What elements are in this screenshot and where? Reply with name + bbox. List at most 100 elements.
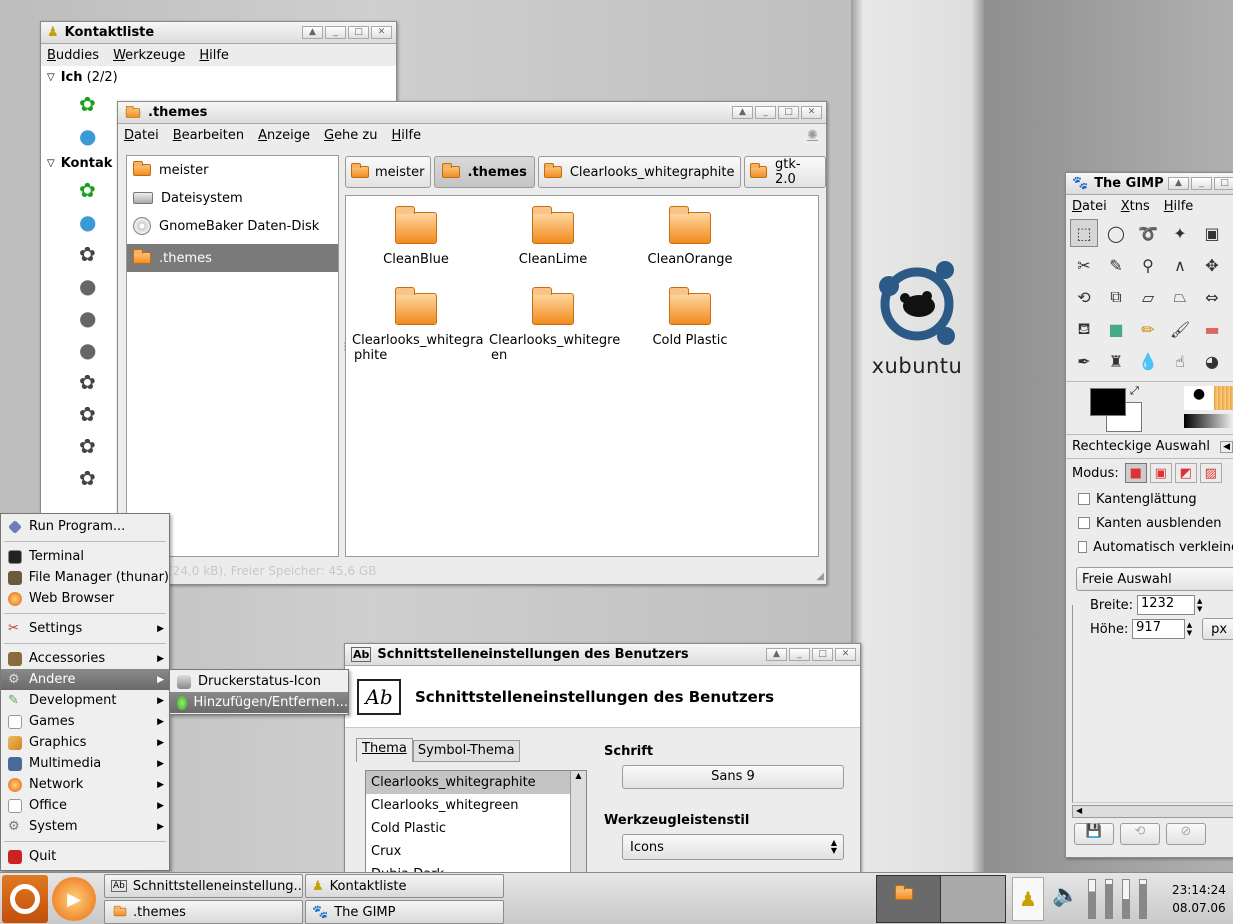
file-item[interactable]: CleanOrange xyxy=(626,206,754,267)
menu-accessories[interactable]: Accessories ▶ xyxy=(1,648,169,669)
workspace-1[interactable] xyxy=(877,876,941,922)
mixer-slider[interactable] xyxy=(1139,879,1147,919)
menu-gehe-zu[interactable]: Gehe zu xyxy=(324,128,378,143)
brush-tool[interactable]: 🖌 xyxy=(1166,315,1194,343)
opt-antialias[interactable]: Kantenglättung xyxy=(1066,487,1233,511)
menu-quit[interactable]: Quit xyxy=(1,846,169,867)
task-kontaktliste[interactable]: ♟ Kontaktliste xyxy=(305,874,504,898)
menu-buddies[interactable]: Buddies xyxy=(47,48,99,63)
group-me[interactable]: ▽ Ich (2/2) xyxy=(41,66,396,88)
magic-wand-tool[interactable]: ✦ xyxy=(1166,219,1194,247)
clone-tool[interactable]: ♜ xyxy=(1102,347,1130,375)
airbrush-tool[interactable]: ✒ xyxy=(1070,347,1098,375)
minimize-icon[interactable]: _ xyxy=(325,26,346,39)
pane-splitter[interactable]: ⋮ xyxy=(340,342,349,372)
ellipse-select-tool[interactable]: ◯ xyxy=(1102,219,1130,247)
menu-bearbeiten[interactable]: Bearbeiten xyxy=(173,128,244,143)
close-icon[interactable]: ✕ xyxy=(801,106,822,119)
media-launcher[interactable]: ▶ xyxy=(52,877,96,921)
mode-replace-icon[interactable]: ■ xyxy=(1124,463,1147,483)
mixer-slider[interactable] xyxy=(1122,879,1130,919)
fg-color-swatch[interactable] xyxy=(1090,388,1126,416)
shear-tool[interactable]: ▱ xyxy=(1134,283,1162,311)
menu-graphics[interactable]: Graphics ▶ xyxy=(1,732,169,753)
menu-datei[interactable]: Datei xyxy=(124,128,159,143)
shortcut-themes[interactable]: .themes xyxy=(127,244,338,272)
flip-tool[interactable]: ⇔ xyxy=(1198,283,1226,311)
mode-subtract-icon[interactable]: ◩ xyxy=(1174,463,1197,483)
smudge-tool[interactable]: ☝ xyxy=(1166,347,1194,375)
h-scrollbar[interactable]: ◀ xyxy=(1072,805,1233,818)
path-button-meister[interactable]: meister xyxy=(345,156,431,188)
file-item[interactable]: CleanLime xyxy=(489,206,617,267)
menu-multimedia[interactable]: Multimedia ▶ xyxy=(1,753,169,774)
menu-terminal[interactable]: Terminal xyxy=(1,546,169,567)
minimize-icon[interactable]: _ xyxy=(755,106,776,119)
menu-run-program[interactable]: Run Program... xyxy=(1,516,169,537)
checkbox[interactable] xyxy=(1078,493,1090,505)
blur-tool[interactable]: 💧 xyxy=(1134,347,1162,375)
checkbox[interactable] xyxy=(1078,517,1090,529)
perspective-tool[interactable]: ⏢ xyxy=(1166,283,1194,311)
menu-druckerstatus[interactable]: Druckerstatus-Icon xyxy=(170,671,348,692)
menu-system[interactable]: ⚙ System ▶ xyxy=(1,816,169,837)
task-themes[interactable]: .themes xyxy=(104,900,303,924)
menu-web-browser[interactable]: Web Browser xyxy=(1,588,169,609)
theme-list-scrollbar[interactable]: ▲ xyxy=(570,771,586,879)
file-manager-titlebar[interactable]: .themes ▲ _ □ ✕ xyxy=(118,102,826,124)
file-item[interactable]: Clearlooks_whitegre en xyxy=(489,287,620,363)
select-mode-combo[interactable]: Freie Auswahl xyxy=(1076,567,1233,591)
maximize-icon[interactable]: □ xyxy=(778,106,799,119)
workspace-2[interactable] xyxy=(941,876,1005,922)
menu-network[interactable]: Network ▶ xyxy=(1,774,169,795)
menu-development[interactable]: ✎ Development ▶ xyxy=(1,690,169,711)
menu-hinzufuegen[interactable]: Hinzufügen/Entfernen... xyxy=(170,692,348,713)
shade-icon[interactable]: ▲ xyxy=(766,648,787,661)
maximize-icon[interactable]: □ xyxy=(348,26,369,39)
bucket-tool[interactable]: ⛾ xyxy=(1070,315,1098,343)
zoom-tool[interactable]: ⚲ xyxy=(1134,251,1162,279)
close-icon[interactable]: ✕ xyxy=(371,26,392,39)
mixer-slider[interactable] xyxy=(1088,879,1096,919)
rect-select-tool[interactable]: ⬚ xyxy=(1070,219,1098,247)
delete-options-icon[interactable]: ⊘ xyxy=(1166,823,1206,845)
move-tool[interactable]: ✥ xyxy=(1198,251,1226,279)
shortcut-meister[interactable]: meister xyxy=(127,156,338,184)
measure-tool[interactable]: ∧ xyxy=(1166,251,1194,279)
blend-tool[interactable]: ■ xyxy=(1102,315,1130,343)
tab-symbol-thema[interactable]: Symbol-Thema xyxy=(412,740,520,762)
theme-item[interactable]: Clearlooks_whitegraphite xyxy=(366,771,586,794)
pattern-preview[interactable] xyxy=(1214,386,1233,410)
eraser-tool[interactable]: ▬ xyxy=(1198,315,1226,343)
minimize-icon[interactable]: _ xyxy=(789,648,810,661)
font-button[interactable]: Sans 9 xyxy=(622,765,844,789)
maximize-icon[interactable]: □ xyxy=(1214,177,1233,190)
buddy-list-titlebar[interactable]: ♟ Kontaktliste ▲ _ □ ✕ xyxy=(41,22,396,44)
menu-datei[interactable]: Datei xyxy=(1072,199,1107,214)
menu-settings[interactable]: ✂ Settings ▶ xyxy=(1,618,169,639)
mode-add-icon[interactable]: ▣ xyxy=(1149,463,1172,483)
color-picker-tool[interactable]: ✎ xyxy=(1102,251,1130,279)
swap-colors-icon[interactable]: ⤢ xyxy=(1130,384,1139,398)
minimize-icon[interactable]: _ xyxy=(1191,177,1212,190)
menu-file-manager[interactable]: File Manager (thunar) xyxy=(1,567,169,588)
file-item[interactable]: CleanBlue xyxy=(352,206,480,267)
theme-item[interactable]: Cold Plastic xyxy=(366,817,586,840)
mode-intersect-icon[interactable]: ▨ xyxy=(1199,463,1222,483)
shade-icon[interactable]: ▲ xyxy=(302,26,323,39)
opt-autoshrink[interactable]: Automatisch verkleine xyxy=(1066,535,1233,559)
path-button-clearlooks[interactable]: Clearlooks_whitegraphite xyxy=(537,156,741,188)
menu-hilfe[interactable]: Hilfe xyxy=(1164,199,1194,214)
task-ui-settings[interactable]: Ab Schnittstelleneinstellung... xyxy=(104,874,303,898)
shade-icon[interactable]: ▲ xyxy=(1168,177,1189,190)
menu-xtns[interactable]: Xtns xyxy=(1121,199,1150,214)
volume-icon[interactable]: 🔈 xyxy=(1052,883,1079,908)
clock[interactable]: 23:14:24 08.07.06 xyxy=(1172,881,1226,917)
systray-pidgin[interactable]: ♟ xyxy=(1012,877,1044,921)
file-item[interactable]: Clearlooks_whitegra phite xyxy=(352,287,483,363)
theme-item[interactable]: Crux xyxy=(366,840,586,863)
path-button-gtk[interactable]: gtk-2.0 xyxy=(743,156,826,188)
file-item[interactable]: Cold Plastic xyxy=(626,287,754,348)
xubuntu-menu-button[interactable] xyxy=(2,875,48,923)
pencil-tool[interactable]: ✏ xyxy=(1134,315,1162,343)
